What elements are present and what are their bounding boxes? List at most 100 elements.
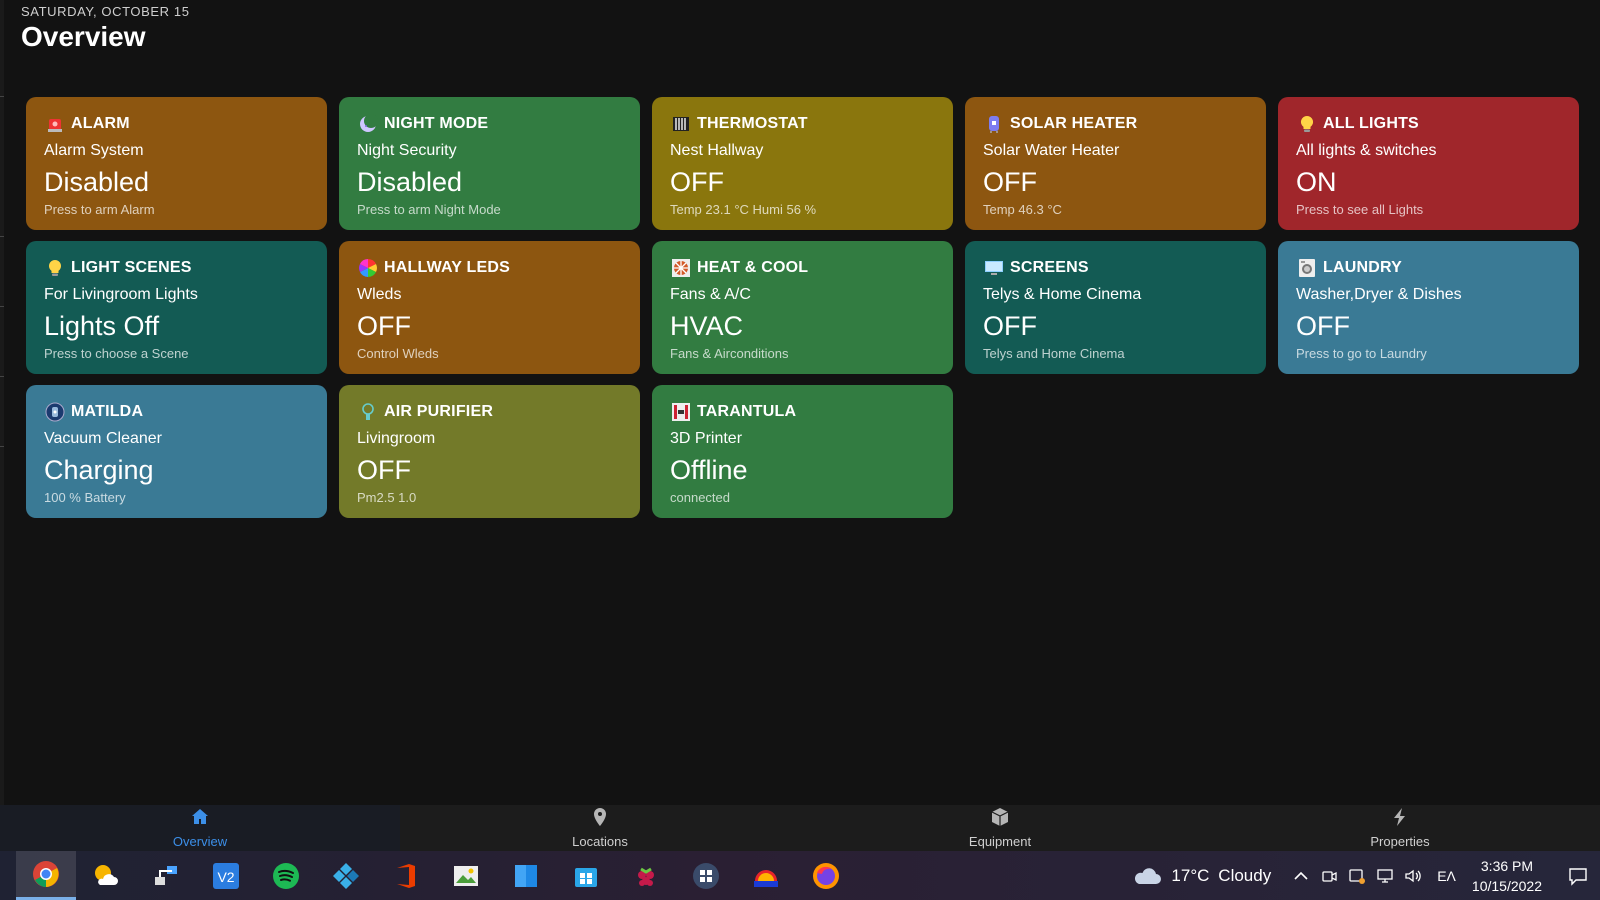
taskbar-app[interactable]: V2 xyxy=(196,851,256,900)
tile-laundry[interactable]: LAUNDRY Washer,Dryer & Dishes OFF Press … xyxy=(1278,241,1579,374)
tile-state: Lights Off xyxy=(44,311,160,341)
tile-header: HEAT & COOL xyxy=(670,258,935,278)
chevron-up-icon[interactable] xyxy=(1287,851,1315,900)
tile-note: Press to arm Night Mode xyxy=(357,202,501,217)
tile-note: Control Wleds xyxy=(357,346,439,361)
tile-state: OFF xyxy=(983,167,1037,197)
taskbar-app[interactable] xyxy=(616,851,676,900)
tile-thermostat[interactable]: THERMOSTAT Nest Hallway OFF Temp 23.1 °C… xyxy=(652,97,953,230)
tile-hallway-leds[interactable]: HALLWAY LEDS Wleds OFF Control Wleds xyxy=(339,241,640,374)
tile-solar-heater[interactable]: SOLAR HEATER Solar Water Heater OFF Temp… xyxy=(965,97,1266,230)
page-title: Overview xyxy=(21,21,146,52)
tile-name: AIR PURIFIER xyxy=(384,403,494,420)
nav-locations[interactable]: Locations xyxy=(400,805,800,851)
tile-matilda[interactable]: MATILDA Vacuum Cleaner Charging 100 % Ba… xyxy=(26,385,327,518)
notification-icon[interactable] xyxy=(1556,851,1600,900)
tile-header: TARANTULA xyxy=(670,402,935,422)
taskbar-app[interactable] xyxy=(136,851,196,900)
monitor-icon xyxy=(983,257,1005,279)
language-indicator[interactable]: ΕΛ xyxy=(1437,868,1456,884)
security-app-icon[interactable] xyxy=(1343,851,1371,900)
taskbar-app[interactable] xyxy=(556,851,616,900)
weather-temp: 17°C xyxy=(1171,865,1210,885)
fan-icon xyxy=(670,257,692,279)
tile-state: HVAC xyxy=(670,311,744,341)
tile-header: NIGHT MODE xyxy=(357,114,622,134)
tile-subtitle: Night Security xyxy=(357,142,457,159)
tile-subtitle: Solar Water Heater xyxy=(983,142,1120,159)
taskbar-app[interactable] xyxy=(316,851,376,900)
tile-name: TARANTULA xyxy=(697,403,797,420)
tile-name: ALL LIGHTS xyxy=(1323,115,1419,132)
volume-icon[interactable] xyxy=(1399,851,1427,900)
tile-night-mode[interactable]: NIGHT MODE Night Security Disabled Press… xyxy=(339,97,640,230)
nav-properties[interactable]: Properties xyxy=(1200,805,1600,851)
tile-subtitle: All lights & switches xyxy=(1296,142,1437,159)
image-viewer-icon xyxy=(451,861,481,891)
kodi-icon xyxy=(331,861,361,891)
taskbar-app[interactable] xyxy=(676,851,736,900)
tile-light-scenes[interactable]: LIGHT SCENES For Livingroom Lights Light… xyxy=(26,241,327,374)
nav-label: Properties xyxy=(1370,834,1430,849)
taskbar-app[interactable] xyxy=(796,851,856,900)
moon-icon xyxy=(357,113,379,135)
tile-subtitle: For Livingroom Lights xyxy=(44,286,198,303)
taskbar-app[interactable] xyxy=(736,851,796,900)
tile-note: Temp 23.1 °C Humi 56 % xyxy=(670,202,817,217)
taskbar-app[interactable] xyxy=(376,851,436,900)
chrome-icon xyxy=(31,859,61,889)
tile-screens[interactable]: SCREENS Telys & Home Cinema OFF Telys an… xyxy=(965,241,1266,374)
weather-widget[interactable]: 17°C Cloudy xyxy=(1131,864,1271,888)
tile-name: LIGHT SCENES xyxy=(71,259,192,276)
nav-overview[interactable]: Overview xyxy=(0,805,400,851)
tile-subtitle: 3D Printer xyxy=(670,430,743,447)
tile-subtitle: Wleds xyxy=(357,286,402,303)
bottom-nav: Overview Locations Equipment Properties xyxy=(0,805,1600,851)
tile-name: LAUNDRY xyxy=(1323,259,1403,276)
tile-header: THERMOSTAT xyxy=(670,114,935,134)
vpn-icon xyxy=(751,861,781,891)
nav-label: Equipment xyxy=(968,834,1032,849)
tile-state: OFF xyxy=(357,455,411,485)
box-icon xyxy=(990,807,1010,832)
tile-header: ALL LIGHTS xyxy=(1296,114,1561,134)
tile-header: AIR PURIFIER xyxy=(357,402,622,422)
page-date: SATURDAY, OCTOBER 15 xyxy=(21,4,190,19)
tile-header: LAUNDRY xyxy=(1296,258,1561,278)
nav-label: Locations xyxy=(572,834,628,849)
tile-alarm[interactable]: ALARM Alarm System Disabled Press to arm… xyxy=(26,97,327,230)
system-tray: 17°C Cloudy ΕΛ 3:36 PM 10/15/2022 xyxy=(1131,851,1600,900)
clock-date: 10/15/2022 xyxy=(1471,877,1542,894)
network-icon[interactable] xyxy=(1371,851,1399,900)
clock[interactable]: 3:36 PM 10/15/2022 xyxy=(1472,856,1542,896)
tile-tarantula[interactable]: TARANTULA 3D Printer Offline connected xyxy=(652,385,953,518)
raspberry-pi-icon xyxy=(631,861,661,891)
tile-subtitle: Livingroom xyxy=(357,430,436,447)
meet-icon[interactable] xyxy=(1315,851,1343,900)
taskbar-app[interactable] xyxy=(496,851,556,900)
taskbar-app[interactable] xyxy=(16,851,76,900)
tile-grid: ALARM Alarm System Disabled Press to arm… xyxy=(26,97,1579,518)
bulb-icon xyxy=(44,257,66,279)
tile-note: Fans & Airconditions xyxy=(670,346,789,361)
spotify-icon xyxy=(271,861,301,891)
media-server-icon xyxy=(691,861,721,891)
tile-name: THERMOSTAT xyxy=(697,115,808,132)
tile-heat-cool[interactable]: HEAT & COOL Fans & A/C HVAC Fans & Airco… xyxy=(652,241,953,374)
air-purifier-icon xyxy=(357,401,379,423)
nav-equipment[interactable]: Equipment xyxy=(800,805,1200,851)
taskbar-app[interactable] xyxy=(436,851,496,900)
tile-name: SOLAR HEATER xyxy=(1010,115,1138,132)
taskbar-app[interactable] xyxy=(256,851,316,900)
tile-all-lights[interactable]: ALL LIGHTS All lights & switches ON Pres… xyxy=(1278,97,1579,230)
robot-vacuum-icon xyxy=(44,401,66,423)
bulb-icon xyxy=(1296,113,1318,135)
tile-subtitle: Vacuum Cleaner xyxy=(44,430,162,447)
water-heater-icon xyxy=(983,113,1005,135)
svg-text:V2: V2 xyxy=(217,869,234,885)
vnc-viewer-icon: V2 xyxy=(211,861,241,891)
taskbar-app[interactable] xyxy=(76,851,136,900)
tile-air-purifier[interactable]: AIR PURIFIER Livingroom OFF Pm2.5 1.0 xyxy=(339,385,640,518)
printer-3d-icon xyxy=(670,401,692,423)
tile-note: Pm2.5 1.0 xyxy=(357,490,417,505)
